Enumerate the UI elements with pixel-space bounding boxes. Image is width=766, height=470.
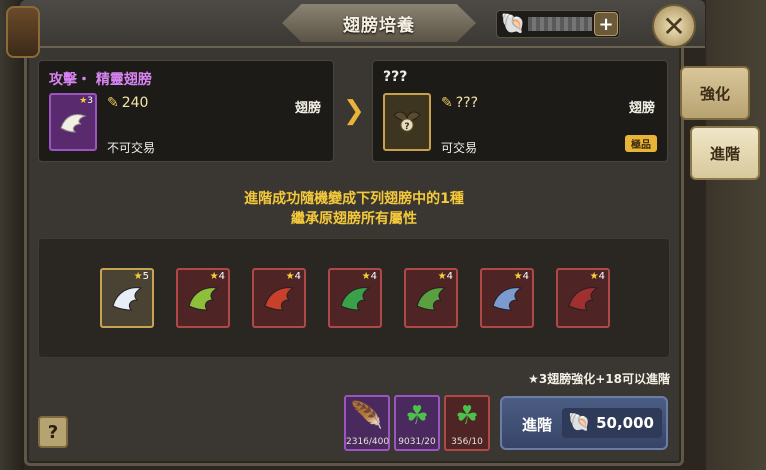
material-slot[interactable]: 🪶 2316/400: [344, 395, 390, 451]
green-leaf-icon: [340, 287, 371, 311]
material-slot[interactable]: ☘ 356/10: [444, 395, 490, 451]
cost-box: 🐚 50,000: [562, 408, 662, 438]
cost-value: 50,000: [596, 414, 654, 432]
mystery-wing-icon: ?: [393, 111, 421, 132]
clover-red-icon: ☘: [455, 401, 479, 431]
star-badge: ★4: [513, 271, 529, 282]
header-bar: 翅膀培養 🐚 +: [20, 0, 705, 48]
advance-button-label: 進階: [522, 416, 553, 434]
power-icon: ✎: [441, 95, 453, 111]
item-type-label: 翅膀: [628, 101, 655, 116]
result-item-name: ???: [383, 69, 408, 85]
white-angel-wing-icon: [112, 287, 143, 311]
tab-advance[interactable]: 進階: [690, 126, 760, 180]
currency-value-blurred: [528, 17, 592, 31]
power-value: ✎ 240: [107, 95, 149, 111]
white-wing-icon: [60, 114, 87, 133]
advance-button[interactable]: 進階 🐚 50,000: [500, 396, 668, 450]
current-item-name: 攻擊・ 精靈翅膀: [49, 72, 152, 88]
star-badge: ★5: [133, 271, 149, 282]
star-badge: ★4: [589, 271, 605, 282]
background-left: [0, 0, 24, 470]
red-demon-wing-icon: [264, 287, 295, 311]
grade-badge: 極品: [625, 135, 657, 152]
arrow-right-icon: ❯: [343, 96, 365, 126]
tab-enhance[interactable]: 強化: [680, 66, 750, 120]
svg-text:?: ?: [404, 122, 409, 132]
trade-status: 不可交易: [107, 141, 156, 155]
dragon-wing-icon: [416, 287, 447, 311]
leaf-ornament-icon: [6, 6, 40, 58]
feather-icon: 🪶: [350, 401, 384, 431]
info-line-2: 繼承原翅膀所有屬性: [291, 211, 417, 227]
result-item-card: ??? ? ✎??? 翅膀 可交易 極品: [372, 60, 668, 162]
power-value: ✎???: [441, 95, 479, 111]
title-plate: 翅膀培養: [282, 4, 476, 42]
help-button[interactable]: ?: [38, 416, 68, 448]
trade-status: 可交易: [441, 141, 478, 155]
add-currency-button[interactable]: +: [594, 12, 618, 36]
page-title: 翅膀培養: [343, 15, 415, 36]
material-slot[interactable]: ☘ 9031/20: [394, 395, 440, 451]
material-count: 356/10: [451, 437, 483, 447]
star-badge: ★4: [361, 271, 377, 282]
requirement-note: ★3翅膀強化+18可以進階: [528, 372, 670, 386]
close-button[interactable]: ✕: [652, 4, 696, 48]
star-badge: ★3: [79, 96, 93, 106]
star-badge: ★4: [209, 271, 225, 282]
blue-white-wing-icon: [492, 287, 523, 311]
result-item-slot[interactable]: ?: [383, 93, 431, 151]
green-leaf-wing-icon: [188, 287, 219, 311]
material-count: 9031/20: [398, 437, 436, 447]
info-line-1: 進階成功隨機變成下列翅膀中的1種: [244, 191, 464, 207]
wing-option-slot[interactable]: ★4: [252, 268, 306, 328]
wing-option-slot[interactable]: ★4: [328, 268, 382, 328]
current-item-slot[interactable]: ★3: [49, 93, 97, 151]
clover-icon: ☘: [405, 401, 429, 431]
star-badge: ★4: [437, 271, 453, 282]
item-type-label: 翅膀: [294, 101, 321, 116]
current-item-card: 攻擊・ 精靈翅膀 ★3 ✎ 240 翅膀 不可交易: [38, 60, 334, 162]
wing-option-slot[interactable]: ★4: [404, 268, 458, 328]
shell-currency-icon: 🐚: [568, 412, 591, 433]
wing-option-slot[interactable]: ★5: [100, 268, 154, 328]
wing-option-slot[interactable]: ★4: [176, 268, 230, 328]
star-badge: ★4: [285, 271, 301, 282]
power-icon: ✎: [107, 95, 119, 111]
shell-currency-icon: 🐚: [500, 11, 526, 35]
wing-option-slot[interactable]: ★4: [480, 268, 534, 328]
wing-option-slot[interactable]: ★4: [556, 268, 610, 328]
dark-red-wing-icon: [568, 287, 599, 311]
material-count: 2316/400: [346, 437, 390, 447]
